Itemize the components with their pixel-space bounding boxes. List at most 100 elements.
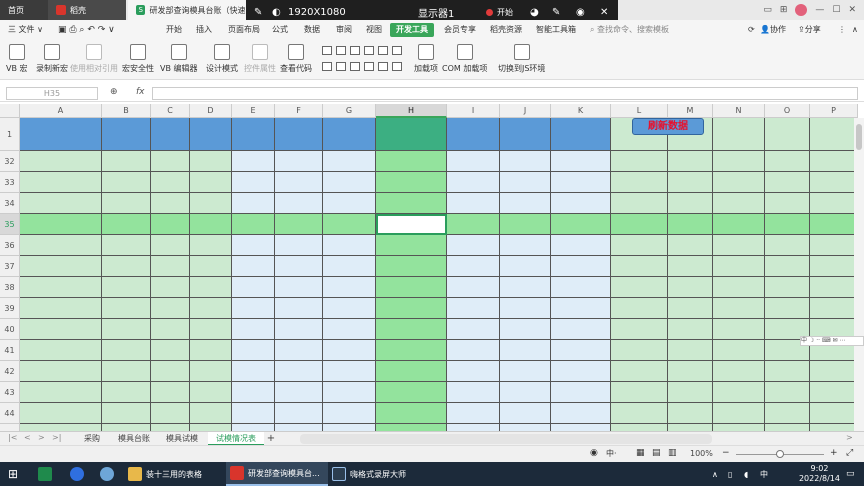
column-header[interactable]: D (190, 104, 232, 118)
grid-cell[interactable] (810, 172, 858, 193)
grid-cell[interactable] (275, 424, 323, 431)
browser-taskbar-icon[interactable] (100, 462, 118, 486)
column-header[interactable]: B (102, 104, 151, 118)
grid-cell[interactable] (668, 256, 713, 277)
grid-cell[interactable] (190, 256, 232, 277)
tray-network-icon[interactable]: ▯ (728, 462, 732, 486)
grid-cell[interactable] (668, 424, 713, 431)
menu-item[interactable]: 插入 (196, 23, 212, 37)
grid-cell[interactable] (275, 403, 323, 424)
menu-item[interactable]: 会员专享 (444, 23, 476, 37)
grid-cell[interactable] (232, 424, 275, 431)
grid-cell[interactable] (275, 340, 323, 361)
view-code-button[interactable]: 查看代码 (280, 44, 312, 74)
grid-cell[interactable] (376, 193, 447, 214)
notification-icon[interactable]: ▭ (846, 462, 855, 486)
zoom-slider-knob[interactable] (776, 450, 784, 458)
grid-cell[interactable] (668, 172, 713, 193)
normal-view-icon[interactable]: ▦ (636, 448, 645, 458)
grid-cell[interactable] (765, 151, 810, 172)
grid-cell[interactable] (190, 214, 232, 235)
grid-cell[interactable] (102, 214, 151, 235)
row-header[interactable]: 40 (0, 319, 20, 340)
row-header[interactable]: 38 (0, 277, 20, 298)
grid-cell[interactable] (190, 403, 232, 424)
grid-cell[interactable] (611, 403, 668, 424)
grid-cell[interactable] (20, 382, 102, 403)
grid-cell[interactable] (323, 151, 376, 172)
grid-cell[interactable] (500, 193, 551, 214)
grid-cell[interactable] (447, 340, 500, 361)
grid-cell[interactable] (765, 214, 810, 235)
grid-cell[interactable] (232, 403, 275, 424)
grid-cell[interactable] (500, 118, 551, 151)
grid-cell[interactable] (447, 214, 500, 235)
grid-cell[interactable] (713, 319, 765, 340)
collapse-icon[interactable]: ∧ (852, 23, 858, 37)
grid-cell[interactable] (190, 193, 232, 214)
grid-cell[interactable] (275, 172, 323, 193)
grid-cell[interactable] (151, 403, 190, 424)
grid-cell[interactable] (376, 424, 447, 431)
menu-item[interactable]: 视图 (366, 23, 382, 37)
grid-cell[interactable] (376, 382, 447, 403)
sync-icon[interactable]: ⟳ (748, 23, 755, 37)
grid-cell[interactable] (151, 214, 190, 235)
vb-editor-button[interactable]: VB 编辑器 (160, 44, 198, 74)
grid-cell[interactable] (232, 151, 275, 172)
grid-cell[interactable] (275, 298, 323, 319)
grid-cell[interactable] (20, 214, 102, 235)
grid-cell[interactable] (810, 277, 858, 298)
menu-item[interactable]: 数据 (304, 23, 320, 37)
grid-cell[interactable] (611, 235, 668, 256)
grid-cell[interactable] (765, 298, 810, 319)
grid-cell[interactable] (102, 403, 151, 424)
row-header[interactable]: 33 (0, 172, 20, 193)
grid-cell[interactable] (713, 361, 765, 382)
grid-cell[interactable] (551, 340, 611, 361)
grid-cell[interactable] (447, 277, 500, 298)
grid-cell[interactable] (447, 298, 500, 319)
column-header[interactable]: N (713, 104, 765, 118)
grid-cell[interactable] (275, 214, 323, 235)
grid-cell[interactable] (376, 235, 447, 256)
add-sheet-button[interactable]: + (264, 432, 278, 446)
grid-cell[interactable] (668, 235, 713, 256)
grid-cell[interactable] (151, 235, 190, 256)
grid-cell[interactable] (323, 118, 376, 151)
grid-cell[interactable] (447, 424, 500, 431)
windows-start-icon[interactable]: ⊞ (8, 462, 18, 486)
grid-cell[interactable] (551, 319, 611, 340)
grid-cell[interactable] (323, 256, 376, 277)
file-menu[interactable]: 三 文件 ∨ (8, 23, 43, 37)
tab-home[interactable]: 首页 (0, 0, 48, 20)
grid-cell[interactable] (611, 361, 668, 382)
grid-cell[interactable] (810, 151, 858, 172)
column-header[interactable]: C (151, 104, 190, 118)
grid-cell[interactable] (275, 277, 323, 298)
column-header[interactable]: L (611, 104, 668, 118)
tab-document[interactable]: S 研发部查询模具台账（快速） (128, 0, 248, 20)
grid-cell[interactable] (190, 277, 232, 298)
eye-protect-icon[interactable]: ◉ (590, 448, 598, 458)
grid-cell[interactable] (551, 193, 611, 214)
grid-cell[interactable] (611, 214, 668, 235)
grid-cell[interactable] (611, 277, 668, 298)
grid-cell[interactable] (500, 361, 551, 382)
button-control-icon[interactable] (350, 46, 360, 55)
image-control-icon[interactable] (322, 62, 332, 71)
grid-cell[interactable] (551, 298, 611, 319)
grid-cell[interactable] (20, 340, 102, 361)
grid-cell[interactable] (20, 172, 102, 193)
grid-cell[interactable] (376, 361, 447, 382)
grid-cell[interactable] (323, 340, 376, 361)
grid-cell[interactable] (447, 151, 500, 172)
quick-access-icons[interactable]: ▣ ⎙ ⌕ ↶ ↷ ∨ (58, 23, 115, 37)
grid-cell[interactable] (20, 319, 102, 340)
grid-cell[interactable] (810, 403, 858, 424)
grid-cell[interactable] (151, 172, 190, 193)
grid-cell[interactable] (376, 319, 447, 340)
grid-cell[interactable] (190, 424, 232, 431)
grid-cell[interactable] (323, 235, 376, 256)
horizontal-scrollbar[interactable] (300, 434, 712, 444)
